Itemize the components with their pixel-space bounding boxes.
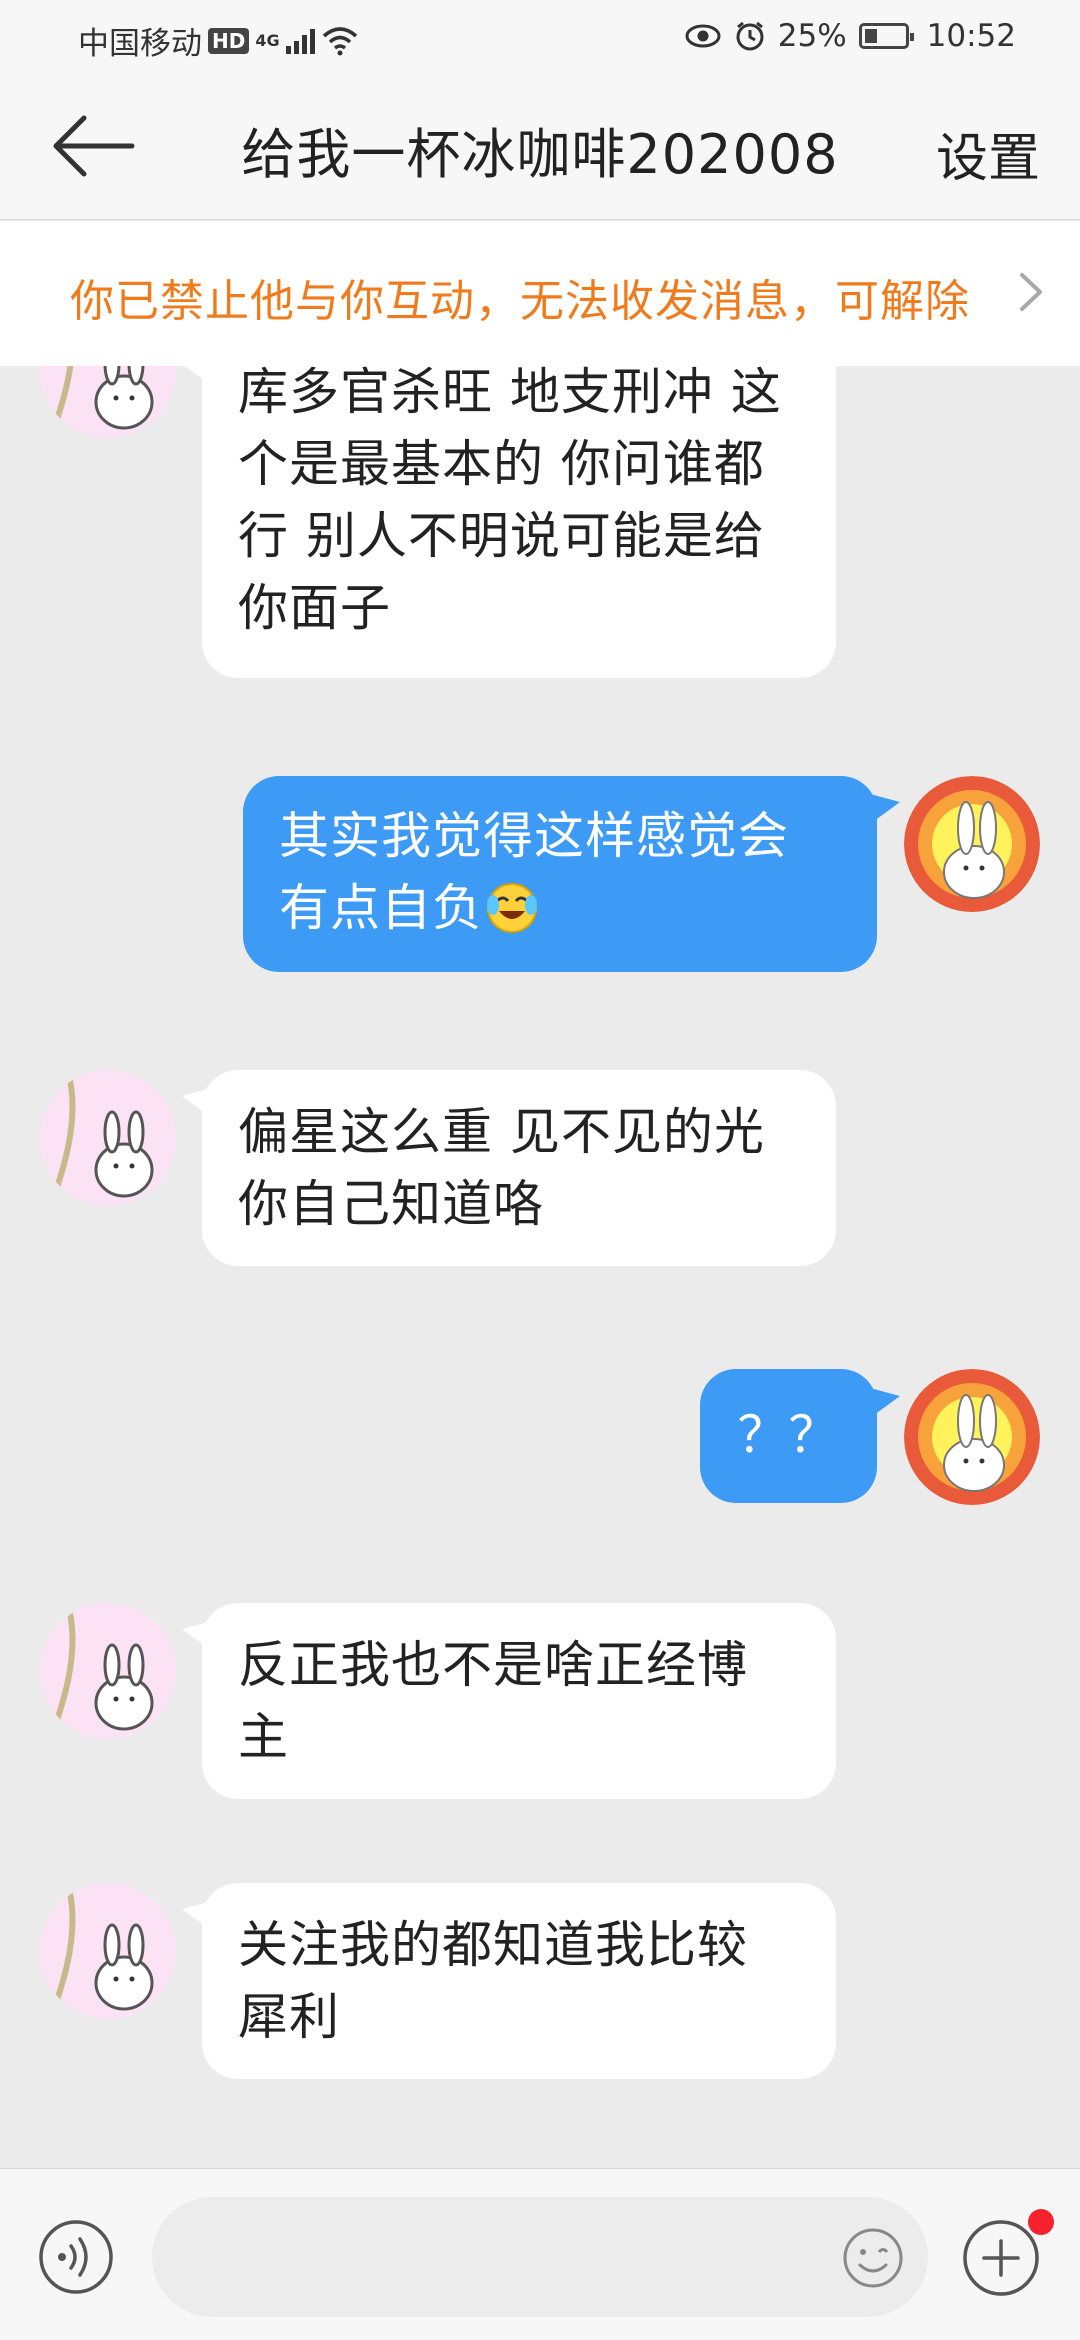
- message-line: 关注我的都知道我比较: [238, 1916, 748, 1974]
- message-line: 你自己知道咯: [238, 1175, 544, 1233]
- notification-dot: [1028, 2209, 1054, 2235]
- emoji-icon[interactable]: [842, 2227, 904, 2289]
- clock: 10:52: [926, 18, 1016, 54]
- message-bubble-outgoing[interactable]: 其实我觉得这样感觉会 有点自负: [243, 776, 877, 972]
- my-avatar[interactable]: [904, 1369, 1040, 1505]
- blocked-notice: 你已禁止他与你互动，无法收发消息，可解除: [70, 276, 970, 327]
- status-bar: 中国移动 HD 4G 25% 10:52: [0, 0, 1080, 72]
- message-line: 你面子: [238, 579, 391, 637]
- wifi-icon: [322, 26, 357, 55]
- bubble-tail: [870, 794, 900, 824]
- message-bubble-incoming[interactable]: 偏星这么重 见不见的光 你自己知道咯: [202, 1070, 836, 1266]
- contact-avatar[interactable]: [40, 366, 176, 438]
- chat-title: 给我一杯冰咖啡202008: [241, 123, 839, 186]
- signal-icon: [285, 28, 315, 54]
- battery-icon: [858, 23, 914, 49]
- message-line: 有点自负: [279, 872, 841, 944]
- message-line: 行 别人不明说可能是给: [238, 507, 765, 565]
- laughing-tears-emoji: [487, 883, 537, 933]
- message-line: 主: [238, 1708, 289, 1766]
- alarm-icon: [736, 21, 764, 51]
- network-type: 4G: [255, 30, 280, 50]
- message-line: ？？: [737, 1406, 840, 1464]
- message-line: 反正我也不是啥正经博: [238, 1636, 748, 1694]
- chevron-right-icon: [1020, 273, 1042, 311]
- message-line: 犀利: [238, 1988, 340, 2046]
- message-bubble-incoming[interactable]: 反正我也不是啥正经博 主: [202, 1603, 836, 1799]
- carrier-label: 中国移动: [78, 26, 202, 62]
- battery-percent: 25%: [777, 18, 847, 54]
- blocked-banner[interactable]: 你已禁止他与你互动，无法收发消息，可解除: [0, 221, 1080, 366]
- my-avatar[interactable]: [904, 776, 1040, 912]
- message-line: 个是最基本的 你问谁都: [238, 435, 765, 493]
- voice-icon[interactable]: [38, 2219, 114, 2295]
- message-list[interactable]: 库多官杀旺 地支刑冲 这 个是最基本的 你问谁都 行 别人不明说可能是给 你面子…: [0, 366, 1080, 2168]
- message-line: 库多官杀旺 地支刑冲 这: [238, 366, 782, 421]
- message-line-text: 有点自负: [279, 879, 483, 937]
- status-left: 中国移动 HD 4G: [78, 18, 359, 63]
- hd-badge: HD: [208, 27, 250, 54]
- message-input[interactable]: [152, 2197, 928, 2317]
- status-right: 25% 10:52: [684, 18, 1016, 54]
- eye-icon: [685, 24, 721, 48]
- contact-avatar[interactable]: [40, 1883, 176, 2019]
- input-bar: [0, 2168, 1080, 2340]
- message-line: 其实我觉得这样感觉会: [279, 807, 789, 865]
- plus-icon[interactable]: [962, 2219, 1040, 2297]
- chat-header: 给我一杯冰咖啡202008 设置: [0, 72, 1080, 220]
- message-bubble-outgoing[interactable]: ？？: [700, 1369, 877, 1503]
- message-bubble-incoming[interactable]: 关注我的都知道我比较 犀利: [202, 1883, 836, 2079]
- message-bubble-incoming[interactable]: 库多官杀旺 地支刑冲 这 个是最基本的 你问谁都 行 别人不明说可能是给 你面子: [202, 366, 836, 678]
- settings-button[interactable]: 设置: [936, 116, 1040, 191]
- contact-avatar[interactable]: [40, 1070, 176, 1206]
- message-line: 偏星这么重 见不见的光: [238, 1103, 765, 1161]
- bubble-tail: [870, 1388, 900, 1418]
- contact-avatar[interactable]: [40, 1603, 176, 1739]
